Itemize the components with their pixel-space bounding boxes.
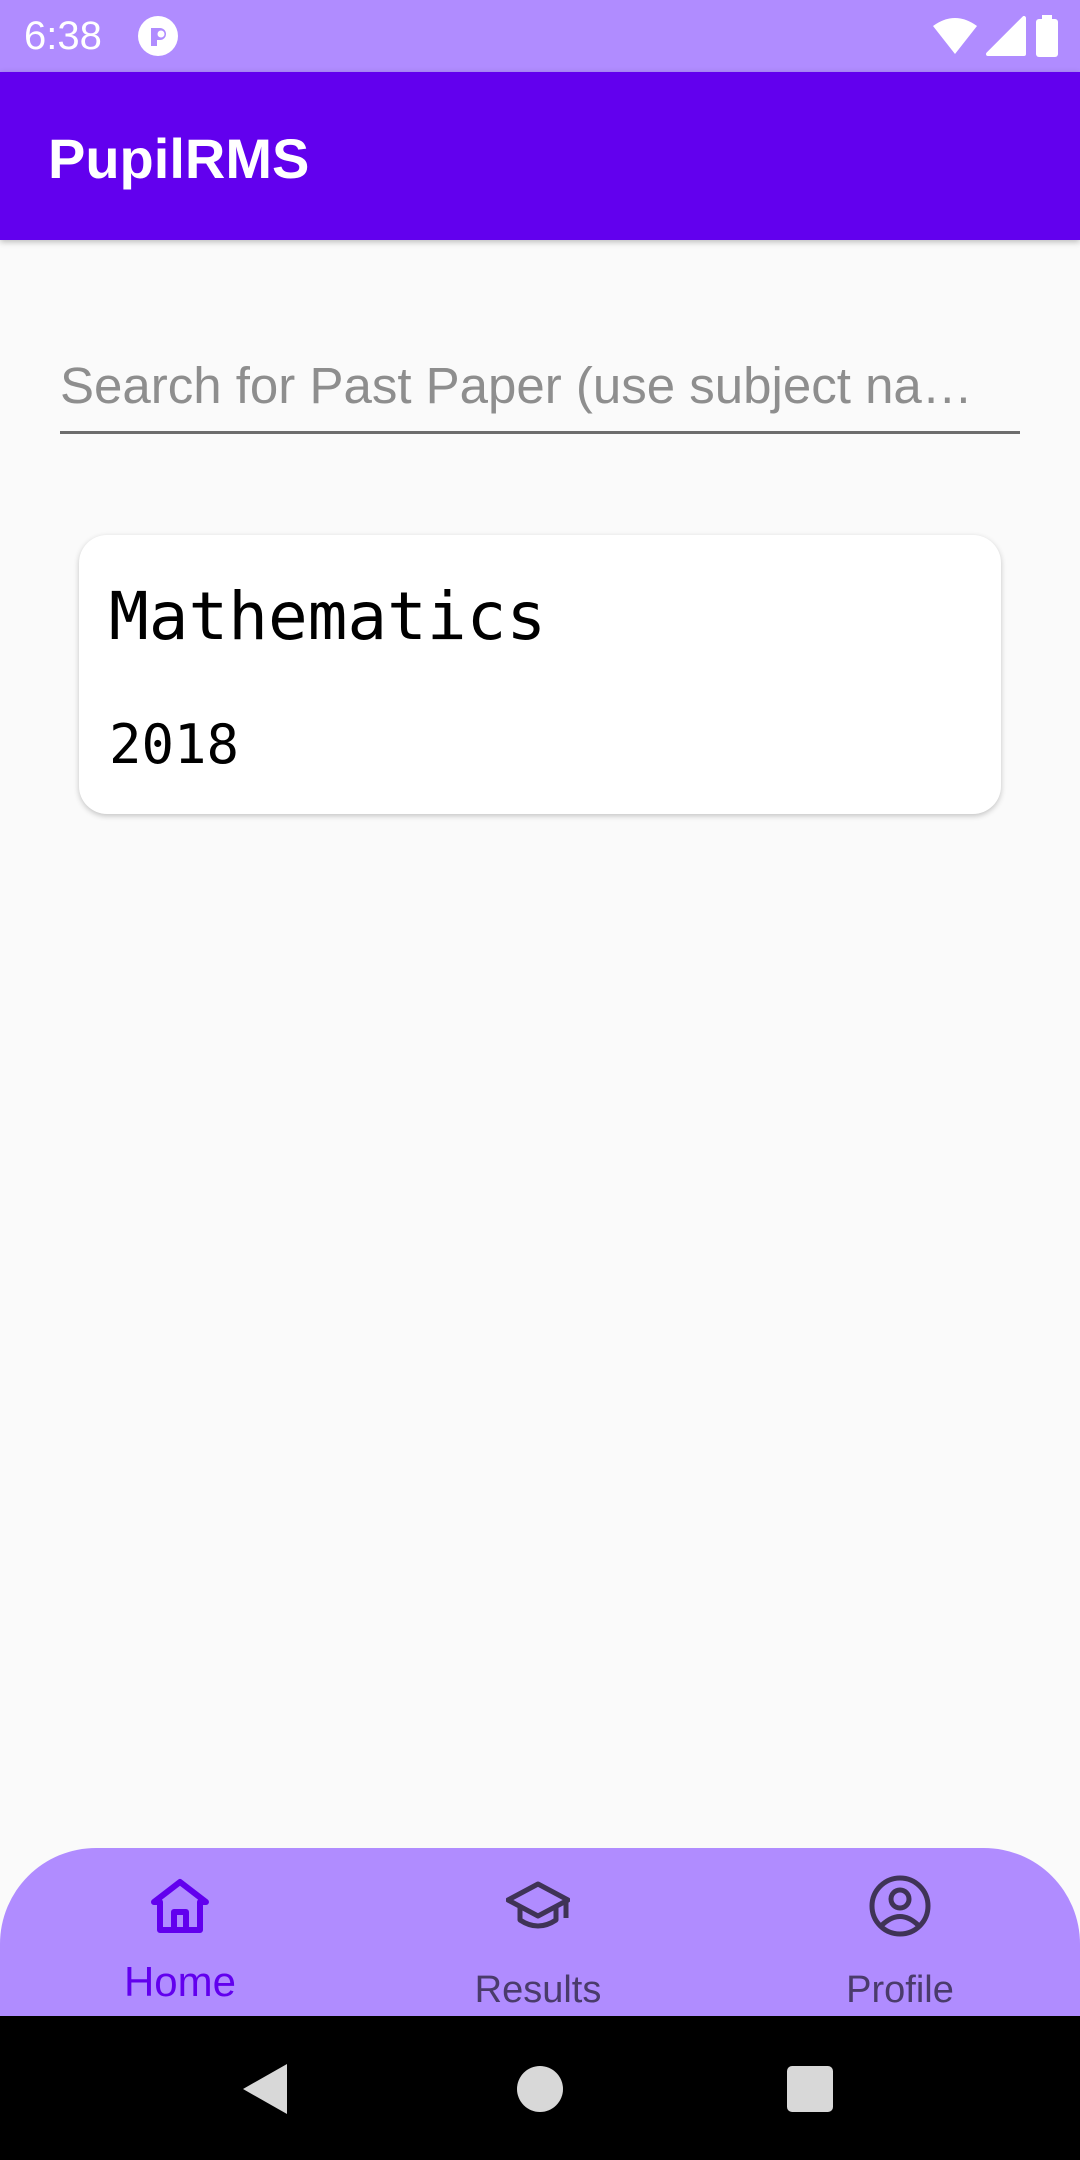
account-circle-icon (869, 1875, 931, 1937)
system-navigation-bar (0, 2016, 1080, 2160)
status-bar: 6:38 (0, 0, 1080, 72)
wifi-icon (933, 18, 977, 54)
back-icon[interactable] (231, 2054, 301, 2124)
nav-label-profile: Profile (846, 1969, 954, 2011)
screen: 6:38 PupilRMS Mathematics (0, 0, 1080, 2160)
nav-item-home[interactable]: Home (60, 1848, 300, 2016)
past-paper-card[interactable]: Mathematics 2018 (79, 535, 1001, 814)
search-field[interactable] (60, 345, 1020, 434)
battery-icon (1036, 15, 1058, 57)
card-year: 2018 (109, 713, 240, 776)
home-icon (151, 1879, 209, 1933)
status-icons (932, 14, 1060, 58)
home-circle-icon[interactable] (505, 2054, 575, 2124)
recents-icon[interactable] (775, 2054, 845, 2124)
app-title: PupilRMS (48, 127, 310, 190)
nav-label-home: Home (123, 1958, 237, 2005)
bottom-navigation: Home Results Profile (0, 1848, 1080, 2016)
cell-signal-icon (986, 16, 1026, 56)
app-notification-icon (138, 16, 178, 56)
app-bar: PupilRMS (0, 72, 1080, 240)
search-input[interactable] (60, 345, 1020, 425)
card-subject: Mathematics (109, 578, 547, 655)
nav-item-profile[interactable]: Profile (780, 1848, 1020, 2016)
graduation-cap-icon (506, 1881, 570, 1929)
status-time: 6:38 (24, 14, 102, 58)
nav-label-results: Results (474, 1969, 602, 2011)
nav-item-results[interactable]: Results (418, 1848, 658, 2016)
